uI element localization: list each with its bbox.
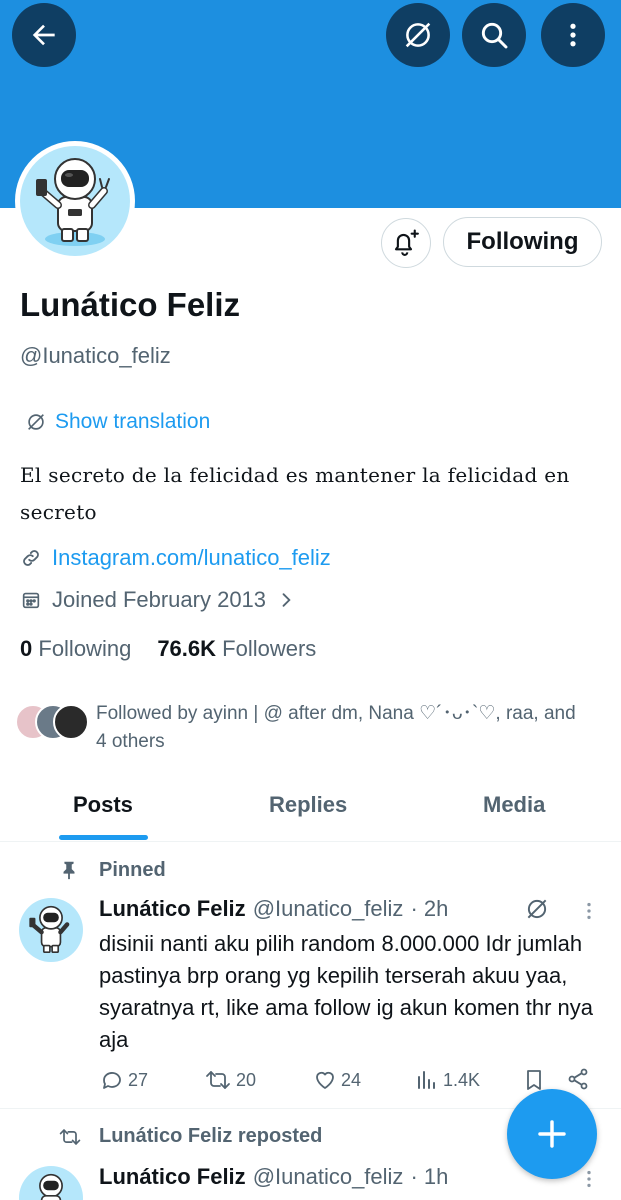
pinned-text: Pinned: [99, 858, 166, 881]
profile-joined[interactable]: Joined February 2013: [20, 587, 296, 613]
retweet-icon: [206, 1071, 230, 1089]
share-icon[interactable]: [566, 1067, 590, 1091]
followers-count: 76.6K: [157, 636, 217, 661]
plus-icon: [538, 1120, 566, 1148]
following-button[interactable]: Following: [443, 217, 602, 267]
chevron-right-icon: [282, 593, 291, 607]
tab-media[interactable]: Media: [483, 792, 545, 818]
retweet-icon: [59, 1128, 81, 1145]
reply-button[interactable]: 27: [100, 1068, 148, 1092]
search-icon: [481, 22, 508, 49]
profile-bio: El secreto de la felicidad es mantener l…: [20, 463, 570, 524]
profile-stats: 0 Following 76.6K Followers: [20, 636, 316, 662]
pinned-label: Pinned: [58, 858, 166, 882]
tab-posts[interactable]: Posts: [73, 792, 133, 818]
followed-by-avatars: [15, 700, 93, 744]
profile-page: Following Lunático Feliz @Iunatico_feliz…: [0, 0, 621, 1200]
translate-globe-icon: [405, 22, 431, 48]
tweet-header: Lunático Feliz @Iunatico_feliz · 1h: [99, 1164, 448, 1190]
tweet-more-icon[interactable]: [578, 899, 600, 923]
profile-name: Lunático Feliz: [20, 286, 241, 323]
retweet-button[interactable]: 20: [204, 1068, 256, 1092]
active-tab-indicator: [59, 835, 148, 840]
repost-context-text: Lunático Feliz reposted: [99, 1125, 323, 1147]
translate-globe-icon[interactable]: [524, 896, 550, 922]
followers-stat[interactable]: 76.6K Followers: [157, 636, 316, 662]
pin-icon: [63, 861, 75, 880]
translate-globe-icon: [28, 414, 44, 430]
like-count: 24: [341, 1069, 362, 1090]
translate-button[interactable]: [386, 3, 450, 67]
reply-count: 27: [128, 1069, 149, 1090]
compose-fab-button[interactable]: [507, 1089, 597, 1179]
tweet-author-handle[interactable]: @Iunatico_feliz: [253, 896, 404, 922]
views-count: 1.4K: [443, 1069, 481, 1090]
tweet-time: · 2h: [410, 896, 449, 921]
bell-plus-icon: [394, 229, 419, 256]
calendar-icon: [22, 592, 40, 609]
more-vertical-icon: [570, 23, 576, 47]
show-translation-label: Show translation: [55, 410, 211, 433]
tweet-avatar[interactable]: [19, 1166, 83, 1200]
analytics-icon: [418, 1071, 435, 1089]
followers-label: Followers: [222, 636, 317, 661]
following-count: 0: [20, 636, 33, 661]
astronaut-avatar-image: [39, 1173, 63, 1200]
following-stat[interactable]: 0 Following: [20, 636, 131, 662]
follower-avatar: [53, 704, 89, 740]
arrow-left-icon: [32, 24, 55, 46]
tweet-text: disinii nanti aku pilih random 8.000.000…: [99, 931, 594, 1052]
followed-by-section[interactable]: Followed by ayinn | @ after dm, Nana ♡´･…: [15, 700, 586, 756]
tweet-more-icon[interactable]: [578, 1167, 600, 1191]
show-translation-link[interactable]: Show translation: [25, 410, 210, 434]
retweet-count: 20: [236, 1069, 257, 1090]
like-button[interactable]: 24: [313, 1068, 361, 1092]
views-button[interactable]: 1.4K: [415, 1068, 480, 1092]
tab-replies[interactable]: Replies: [269, 792, 347, 818]
repost-context[interactable]: Lunático Feliz reposted: [58, 1125, 322, 1148]
website-link-text[interactable]: Instagram.com/lunatico_feliz: [52, 545, 331, 571]
tweet-author-name[interactable]: Lunático Feliz: [99, 896, 246, 922]
profile-website[interactable]: Instagram.com/lunatico_feliz: [20, 545, 331, 571]
astronaut-avatar-image: [20, 146, 130, 256]
profile-handle: @Iunatico_feliz: [20, 343, 171, 368]
search-button[interactable]: [462, 3, 526, 67]
profile-tabs: Posts Replies Media: [0, 780, 621, 842]
tweet-header: Lunático Feliz @Iunatico_feliz · 2h: [99, 896, 448, 922]
more-options-button[interactable]: [541, 3, 605, 67]
tweet-author-name[interactable]: Lunático Feliz: [99, 1164, 246, 1190]
tweet-author-handle[interactable]: @Iunatico_feliz: [253, 1164, 404, 1190]
back-button[interactable]: [12, 3, 76, 67]
tweet-avatar[interactable]: [19, 898, 83, 962]
tweet-time: · 1h: [410, 1164, 449, 1189]
reply-icon: [103, 1072, 121, 1089]
profile-avatar[interactable]: [15, 141, 135, 261]
joined-text: Joined February 2013: [52, 587, 267, 612]
heart-icon: [316, 1071, 334, 1089]
notifications-button[interactable]: [381, 218, 431, 268]
followed-by-text: Followed by ayinn | @ after dm, Nana ♡´･…: [96, 703, 576, 752]
link-icon: [23, 550, 39, 566]
following-label: Following: [38, 636, 132, 661]
astronaut-avatar-image: [29, 905, 70, 954]
